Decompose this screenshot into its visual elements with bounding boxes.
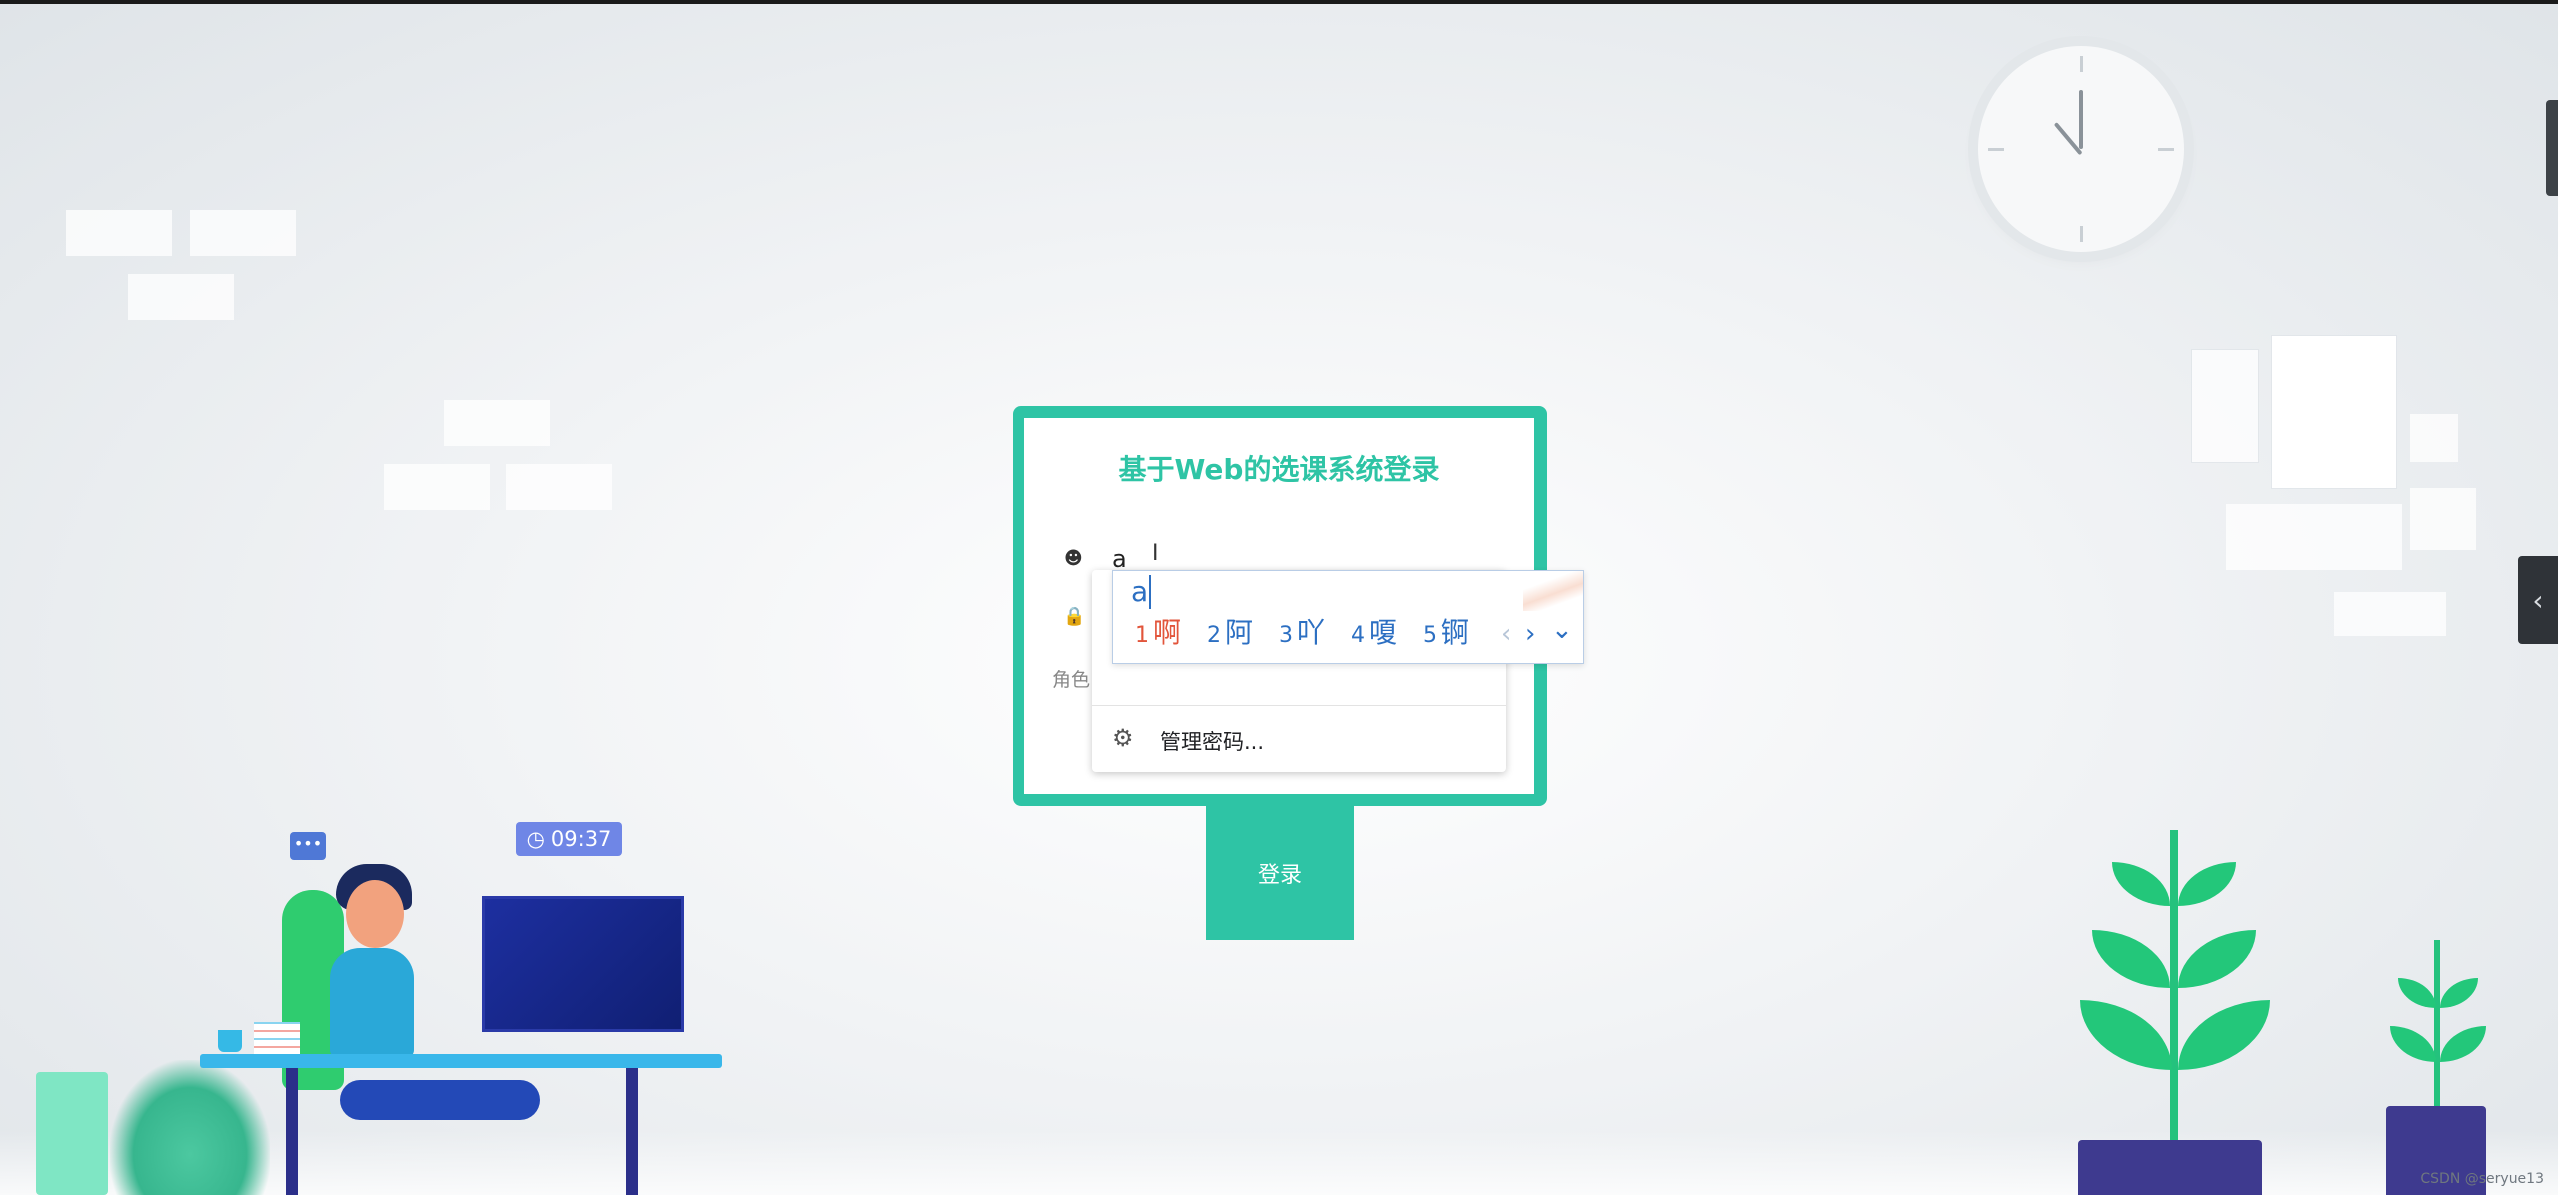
bg-block [66, 210, 172, 256]
time-badge-text: 09:37 [550, 827, 612, 851]
ime-candidate-text: 嗄 [1369, 616, 1398, 649]
gear-icon[interactable]: ⚙ [1112, 724, 1134, 752]
illustration-leaf [2178, 862, 2236, 906]
bg-block [2226, 504, 2402, 570]
illustration-leaf [2112, 862, 2170, 906]
ime-candidate-window: a 1啊 2阿 3吖 4嗄 5锕 ‹ › ⌄ [1112, 570, 1584, 664]
illustration-books [254, 1022, 300, 1054]
bg-block [190, 210, 296, 256]
ime-candidate-number: 4 [1351, 623, 1365, 648]
bg-block [2410, 414, 2458, 462]
login-title: 基于Web的选课系统登录 [1118, 453, 1440, 486]
watermark: CSDN @seryue13 [2420, 1171, 2544, 1187]
manage-passwords-item[interactable]: 管理密码... [1160, 726, 1264, 756]
side-widget[interactable] [2546, 100, 2558, 196]
bg-block [128, 274, 234, 320]
ime-candidate-3[interactable]: 3吖 [1279, 615, 1325, 654]
bg-block [2410, 488, 2476, 550]
illustration-leaf [2178, 1000, 2270, 1070]
time-badge: ◷ 09:37 [516, 822, 622, 856]
illustration-leaf [2390, 1026, 2436, 1062]
bg-paper [2192, 350, 2258, 462]
illustration-leaf [2398, 978, 2436, 1008]
ime-candidate-number: 1 [1135, 623, 1149, 648]
text-cursor-icon: I [1152, 541, 1159, 566]
lock-icon: 🔒 [1063, 606, 1086, 627]
ime-candidate-number: 2 [1207, 623, 1221, 648]
user-icon: ☻ [1064, 548, 1083, 569]
illustration-person-head [346, 880, 404, 948]
username-input[interactable]: a [1112, 545, 1127, 573]
ime-candidate-4[interactable]: 4嗄 [1351, 615, 1397, 654]
clock-small-icon: ◷ [526, 827, 545, 851]
ime-candidate-number: 5 [1423, 623, 1437, 648]
ime-decoration [1523, 571, 1583, 611]
bg-paper [2272, 336, 2396, 488]
bg-block [506, 464, 612, 510]
ime-candidate-text: 吖 [1297, 616, 1326, 649]
illustration-person-body [330, 948, 414, 1058]
ime-candidate-text: 阿 [1225, 616, 1254, 649]
ime-expand-icon[interactable]: ⌄ [1551, 615, 1573, 645]
role-label: 角色 [1052, 669, 1091, 691]
bg-block [384, 464, 490, 510]
side-panel-toggle[interactable]: ‹ [2518, 556, 2558, 644]
ime-prev-page-icon[interactable]: ‹ [1501, 619, 1511, 649]
ime-candidate-5[interactable]: 5锕 [1423, 615, 1469, 654]
illustration-cup [218, 1030, 242, 1052]
autofill-divider [1092, 705, 1506, 706]
illustration-leaf [2080, 1000, 2172, 1070]
illustration-desk-leg [626, 1068, 638, 1195]
ime-candidate-1[interactable]: 1啊 [1135, 615, 1181, 654]
illustration-plant-stem [2170, 830, 2178, 1150]
illustration-person-legs [340, 1080, 540, 1120]
clock-icon [1978, 46, 2184, 252]
login-button[interactable]: 登录 [1206, 806, 1354, 940]
illustration-pot [2078, 1140, 2262, 1195]
illustration-desk-leg [286, 1068, 298, 1195]
top-edge-bar [0, 0, 2558, 4]
chevron-left-icon: ‹ [2532, 583, 2544, 617]
ime-candidate-text: 啊 [1153, 616, 1182, 649]
illustration-leaf [2440, 978, 2478, 1008]
ime-candidate-number: 3 [1279, 623, 1293, 648]
ime-candidate-text: 锕 [1441, 616, 1470, 649]
illustration-plant [110, 1060, 270, 1195]
illustration-leaf [2092, 930, 2170, 988]
bg-block [2334, 592, 2446, 636]
chat-bubble-icon: ••• [290, 832, 326, 860]
illustration-plant-stem [2434, 940, 2440, 1110]
illustration-leaf [2178, 930, 2256, 988]
illustration-monitor [482, 896, 684, 1032]
illustration-leaf [2440, 1026, 2486, 1062]
illustration-sign [36, 1072, 108, 1195]
illustration-desk [200, 1054, 722, 1068]
bg-block [444, 400, 550, 446]
ime-candidate-2[interactable]: 2阿 [1207, 615, 1253, 654]
ime-next-page-icon[interactable]: › [1525, 619, 1535, 649]
ime-composition: a [1131, 575, 1152, 609]
